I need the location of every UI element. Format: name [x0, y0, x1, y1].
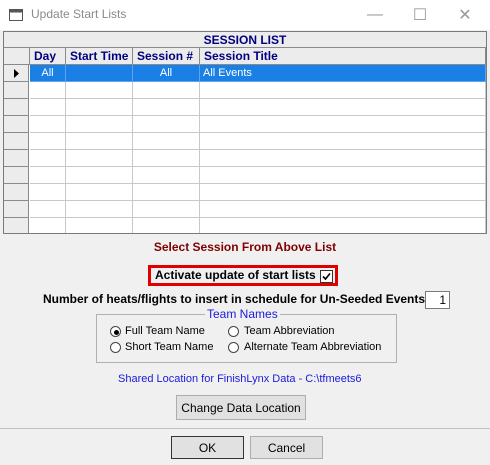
radio-label-full-team-name[interactable]: Full Team Name: [125, 325, 205, 337]
table-cell[interactable]: [133, 201, 200, 218]
maximize-button[interactable]: ☐: [400, 0, 440, 30]
activate-update-checkbox[interactable]: [320, 270, 333, 283]
table-cell[interactable]: [133, 218, 200, 233]
table-cell[interactable]: [30, 184, 66, 201]
change-data-location-button[interactable]: Change Data Location: [176, 395, 306, 420]
shared-location-label: Shared Location for FinishLynx Data - C:…: [118, 373, 362, 385]
table-cell[interactable]: [200, 82, 486, 99]
table-cell[interactable]: [133, 167, 200, 184]
table-cell[interactable]: [66, 82, 133, 99]
radio-label-team-abbreviation[interactable]: Team Abbreviation: [244, 325, 335, 337]
session-list-grid[interactable]: SESSION LIST Day Start Time Session # Se…: [3, 31, 487, 234]
close-button[interactable]: ✕: [445, 0, 485, 30]
table-cell[interactable]: [133, 99, 200, 116]
table-cell[interactable]: [133, 150, 200, 167]
table-cell[interactable]: [30, 218, 66, 233]
table-cell[interactable]: [66, 99, 133, 116]
row-selector[interactable]: [4, 218, 29, 233]
row-selector[interactable]: [4, 133, 29, 150]
row-selector[interactable]: [4, 116, 29, 133]
table-cell[interactable]: [30, 201, 66, 218]
footer-divider: [0, 428, 490, 429]
table-cell[interactable]: All: [30, 65, 66, 82]
team-names-group: [96, 314, 397, 363]
row-selector[interactable]: [4, 65, 29, 82]
ok-button[interactable]: OK: [171, 436, 244, 459]
radio-selected-dot: [114, 330, 119, 335]
radio-alternate-team-abbreviation[interactable]: [228, 342, 239, 353]
table-cell[interactable]: [30, 133, 66, 150]
cancel-button[interactable]: Cancel: [250, 436, 323, 459]
team-names-legend: Team Names: [205, 307, 280, 321]
radio-full-team-name[interactable]: [110, 326, 121, 337]
table-cell[interactable]: [66, 184, 133, 201]
table-cell[interactable]: All: [133, 65, 200, 82]
table-cell[interactable]: [66, 218, 133, 233]
row-selector[interactable]: [4, 99, 29, 116]
column-header-day[interactable]: Day: [30, 48, 66, 65]
table-cell[interactable]: [200, 184, 486, 201]
radio-label-alternate-team-abbreviation[interactable]: Alternate Team Abbreviation: [244, 341, 381, 353]
row-selector[interactable]: [4, 184, 29, 201]
radio-team-abbreviation[interactable]: [228, 326, 239, 337]
table-cell[interactable]: [30, 99, 66, 116]
table-cell[interactable]: [66, 65, 133, 82]
radio-short-team-name[interactable]: [110, 342, 121, 353]
table-cell[interactable]: [66, 201, 133, 218]
table-cell[interactable]: [66, 116, 133, 133]
table-cell[interactable]: [30, 150, 66, 167]
table-cell[interactable]: [200, 133, 486, 150]
column-header-session-number[interactable]: Session #: [133, 48, 200, 65]
heats-label: Number of heats/flights to insert in sch…: [43, 292, 433, 306]
minimize-button[interactable]: —: [355, 0, 395, 30]
row-selector[interactable]: [4, 82, 29, 99]
grid-corner-header: [4, 48, 30, 65]
table-cell[interactable]: [133, 116, 200, 133]
table-cell[interactable]: [200, 218, 486, 233]
table-cell[interactable]: [200, 99, 486, 116]
table-cell[interactable]: [66, 150, 133, 167]
row-selector[interactable]: [4, 201, 29, 218]
activate-update-label[interactable]: Activate update of start lists: [155, 268, 316, 282]
checkmark-icon: [322, 272, 331, 281]
table-cell[interactable]: [133, 133, 200, 150]
column-header-start-time[interactable]: Start Time: [66, 48, 133, 65]
current-row-arrow-icon: [14, 69, 19, 78]
heats-input[interactable]: 1: [425, 291, 450, 309]
title-bar: Update Start Lists — ☐ ✕: [0, 0, 490, 30]
table-cell[interactable]: [200, 150, 486, 167]
table-cell[interactable]: [133, 82, 200, 99]
select-session-label: Select Session From Above List: [153, 240, 337, 254]
table-cell[interactable]: [133, 184, 200, 201]
grid-caption: SESSION LIST: [4, 32, 486, 48]
table-cell[interactable]: All Events: [200, 65, 486, 82]
table-cell[interactable]: [30, 116, 66, 133]
table-cell[interactable]: [66, 167, 133, 184]
row-selector[interactable]: [4, 167, 29, 184]
table-cell[interactable]: [66, 133, 133, 150]
table-cell[interactable]: [200, 116, 486, 133]
column-header-session-title[interactable]: Session Title: [200, 48, 486, 65]
table-cell[interactable]: [30, 167, 66, 184]
row-selector[interactable]: [4, 150, 29, 167]
table-cell[interactable]: [200, 201, 486, 218]
table-cell[interactable]: [200, 167, 486, 184]
app-window-icon: [9, 9, 23, 21]
table-cell[interactable]: [30, 82, 66, 99]
radio-label-short-team-name[interactable]: Short Team Name: [125, 341, 213, 353]
window-title: Update Start Lists: [31, 7, 127, 21]
